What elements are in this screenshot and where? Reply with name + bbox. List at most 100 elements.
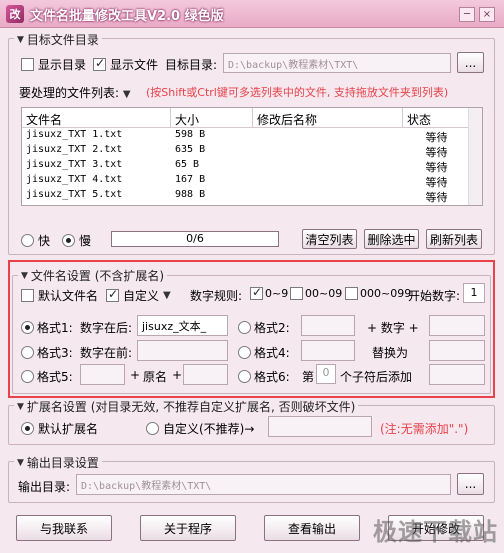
rule-c-check[interactable] xyxy=(345,287,358,300)
show-files-check[interactable] xyxy=(93,56,106,71)
refresh-list-button[interactable]: 刷新列表 xyxy=(426,229,482,249)
about-button[interactable]: 关于程序 xyxy=(140,515,236,541)
speed-slow-radio-dot[interactable] xyxy=(62,234,75,247)
format2-radio[interactable]: 格式2: xyxy=(238,319,290,336)
format3-input[interactable] xyxy=(137,340,228,361)
format6-after-label: 个子符后添加 xyxy=(340,370,413,384)
collapse-triangle-icon[interactable]: ▼ xyxy=(17,402,24,412)
title-bar[interactable]: 改 文件名批量修改工具V2.0 绿色版 ─ × xyxy=(0,0,504,28)
target-group-header[interactable]: ▼ 目标文件目录 xyxy=(14,31,102,48)
table-row[interactable]: jisuxz_TXT 5.txt 988 B 等待 xyxy=(22,188,482,203)
custom-ext-radio[interactable]: 自定义(不推荐)→ xyxy=(146,420,254,437)
custom-ext-radio-dot[interactable] xyxy=(146,422,159,435)
format5-suffix-input[interactable] xyxy=(183,364,228,385)
format5-plus1: + xyxy=(130,368,141,382)
drag-hint: (按Shift或Ctrl键可多选列表中的文件, 支持拖放文件夹到列表) xyxy=(146,86,449,99)
file-list-label: 要处理的文件列表: ▼ xyxy=(19,84,131,101)
show-dirs-check[interactable] xyxy=(21,58,34,71)
file-table[interactable]: 文件名 大小 修改后名称 状态 jisuxz_TXT 1.txt 598 B 等… xyxy=(21,107,483,206)
format6-radio-dot[interactable] xyxy=(238,370,251,383)
contact-button[interactable]: 与我联系 xyxy=(16,515,112,541)
format6-label: 格式6: xyxy=(254,370,290,384)
rule-b-checkbox[interactable]: 00~09 xyxy=(290,287,342,300)
rule-c-checkbox[interactable]: 000~099 xyxy=(345,287,411,300)
col-filename[interactable]: 文件名 xyxy=(22,108,171,127)
col-size[interactable]: 大小 xyxy=(171,108,253,127)
format1-input[interactable]: jisuxz_文本_ xyxy=(137,315,228,336)
view-output-button[interactable]: 查看输出 xyxy=(264,515,360,541)
format3-radio[interactable]: 格式3: xyxy=(21,344,73,361)
output-group-header[interactable]: ▼ 输出目录设置 xyxy=(14,454,102,471)
dropdown-triangle-icon[interactable]: ▼ xyxy=(163,290,171,301)
default-ext-radio-dot[interactable] xyxy=(21,422,34,435)
format3-prefix-label: 数字在前: xyxy=(80,346,133,360)
format5-orig-label: 原名 xyxy=(143,370,168,384)
show-dirs-checkbox[interactable]: 显示目录 xyxy=(21,56,86,73)
rule-a-checkbox[interactable]: 0~9 xyxy=(250,285,289,300)
default-name-checkbox[interactable]: 默认文件名 xyxy=(21,287,98,304)
format3-label: 格式3: xyxy=(37,346,73,360)
format4-radio-dot[interactable] xyxy=(238,346,251,359)
format4-replace-label: 替换为 xyxy=(372,346,409,360)
table-row[interactable]: jisuxz_TXT 4.txt 167 B 等待 xyxy=(22,173,482,188)
table-row[interactable]: jisuxz_TXT 2.txt 635 B 等待 xyxy=(22,143,482,158)
format2-prefix-input[interactable] xyxy=(301,315,355,336)
clear-list-button[interactable]: 清空列表 xyxy=(302,229,357,249)
collapse-triangle-icon[interactable]: ▼ xyxy=(17,458,24,468)
format5-radio-dot[interactable] xyxy=(21,370,34,383)
format6-radio[interactable]: 格式6: xyxy=(238,368,290,385)
custom-name-check[interactable] xyxy=(106,287,119,302)
format1-radio[interactable]: 格式1: xyxy=(21,319,73,336)
start-number-input[interactable]: 1 xyxy=(463,283,485,303)
format2-radio-dot[interactable] xyxy=(238,321,251,334)
col-status[interactable]: 状态 xyxy=(403,108,470,127)
close-button[interactable]: × xyxy=(479,7,495,22)
format5-radio[interactable]: 格式5: xyxy=(21,368,73,385)
speed-fast-radio-dot[interactable] xyxy=(21,234,34,247)
rule-a-label: 0~9 xyxy=(265,287,289,300)
format1-radio-dot[interactable] xyxy=(21,321,34,334)
format4-replace-input[interactable] xyxy=(429,340,485,361)
format2-suffix-input[interactable] xyxy=(429,315,485,336)
table-row[interactable]: jisuxz_TXT 3.txt 65 B 等待 xyxy=(22,158,482,173)
row-status: 等待 xyxy=(425,176,448,188)
format4-radio[interactable]: 格式4: xyxy=(238,344,290,361)
format3-radio-dot[interactable] xyxy=(21,346,34,359)
row-new-name xyxy=(253,173,403,188)
format5-plus2: + xyxy=(172,368,183,382)
format6-nth-label: 第 xyxy=(302,370,315,384)
rule-a-check[interactable] xyxy=(250,285,263,300)
minimize-button[interactable]: ─ xyxy=(459,7,475,22)
format6-input[interactable] xyxy=(429,364,485,385)
format6-spin-input[interactable]: 0 xyxy=(316,364,336,384)
collapse-triangle-icon[interactable]: ▼ xyxy=(17,35,24,45)
format5-label: 格式5: xyxy=(37,370,73,384)
output-browse-button[interactable]: ... xyxy=(457,473,484,495)
format4-find-input[interactable] xyxy=(301,340,355,361)
output-dir-input[interactable]: D:\backup\教程素材\TXT\ xyxy=(76,474,451,495)
target-browse-button[interactable]: ... xyxy=(457,52,484,73)
format5-prefix-input[interactable] xyxy=(80,364,125,385)
default-ext-radio[interactable]: 默认扩展名 xyxy=(21,420,98,437)
delete-selected-button[interactable]: 删除选中 xyxy=(364,229,419,249)
speed-fast-radio[interactable]: 快 xyxy=(21,232,50,249)
default-name-check[interactable] xyxy=(21,289,34,302)
format1-label: 格式1: xyxy=(37,321,73,335)
filename-group-title: 文件名设置 (不含扩展名) xyxy=(30,269,165,283)
collapse-triangle-icon[interactable]: ▼ xyxy=(21,271,28,281)
ext-group-header[interactable]: ▼ 扩展名设置 (对目录无效, 不推荐自定义扩展名, 否则破坏文件) xyxy=(14,398,359,415)
filename-group-header[interactable]: ▼ 文件名设置 (不含扩展名) xyxy=(18,267,168,284)
rule-label: 数字规则: xyxy=(190,289,243,303)
watermark: 极速下载站 xyxy=(373,518,498,546)
speed-slow-radio[interactable]: 慢 xyxy=(62,232,91,249)
custom-name-checkbox[interactable]: 自定义 ▼ xyxy=(106,287,171,304)
rule-b-check[interactable] xyxy=(290,287,303,300)
table-row[interactable]: jisuxz_TXT 1.txt 598 B 等待 xyxy=(22,128,482,143)
col-new-name[interactable]: 修改后名称 xyxy=(253,108,403,127)
show-files-checkbox[interactable]: 显示文件 xyxy=(93,56,158,73)
custom-ext-input[interactable] xyxy=(268,416,372,437)
rule-c-label: 000~099 xyxy=(360,287,412,300)
table-scrollbar[interactable] xyxy=(468,108,482,205)
target-dir-input[interactable]: D:\backup\教程素材\TXT\ xyxy=(223,53,451,73)
dropdown-triangle-icon[interactable]: ▼ xyxy=(123,89,131,100)
